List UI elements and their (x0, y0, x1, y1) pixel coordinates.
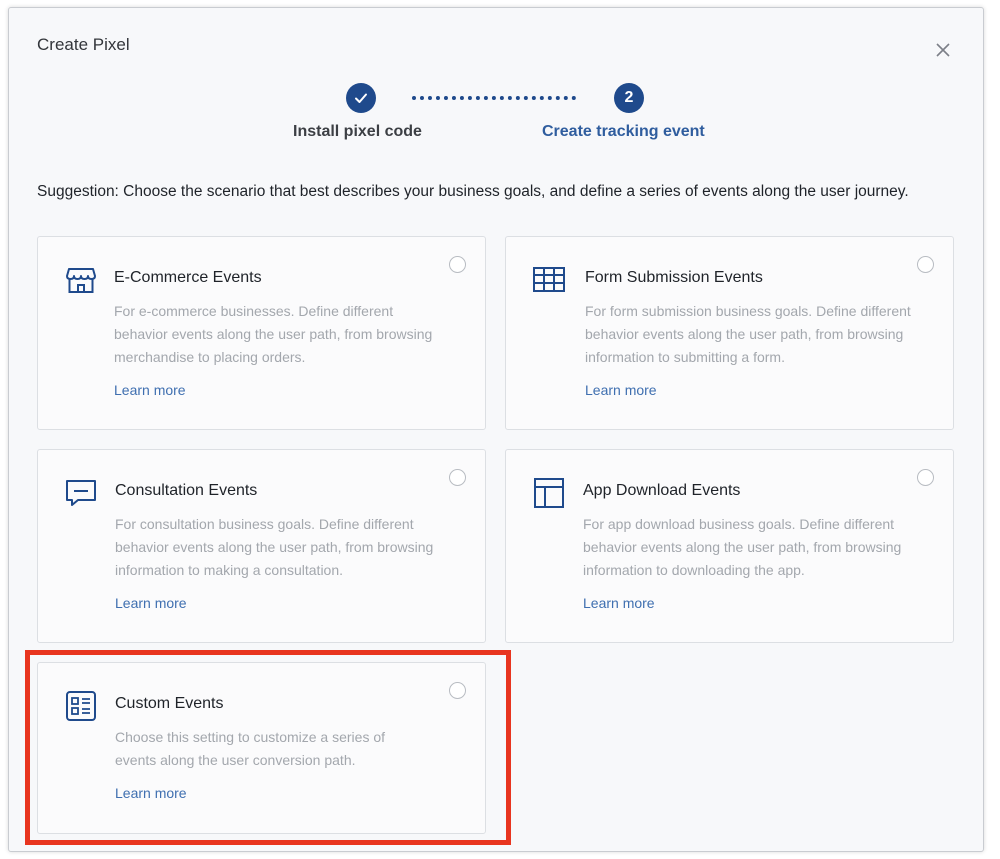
card-title: App Download Events (583, 482, 741, 499)
storefront-icon (64, 263, 98, 297)
card-radio[interactable] (917, 469, 934, 486)
card-title: E-Commerce Events (114, 269, 262, 286)
close-icon[interactable] (933, 40, 953, 60)
card-description: For form submission business goals. Defi… (585, 303, 911, 365)
learn-more-link[interactable]: Learn more (115, 595, 187, 611)
custom-list-icon (64, 689, 98, 723)
card-radio[interactable] (917, 256, 934, 273)
card-description: For app download business goals. Define … (583, 516, 902, 578)
create-pixel-modal: Create Pixel 2 Install pixel code Create… (8, 7, 984, 852)
learn-more-link[interactable]: Learn more (583, 595, 655, 611)
card-radio[interactable] (449, 256, 466, 273)
suggestion-text: Suggestion: Choose the scenario that bes… (37, 183, 909, 200)
card-description: For e-commerce businesses. Define differ… (114, 303, 433, 365)
card-title: Custom Events (115, 695, 224, 712)
step-2-label: Create tracking event (542, 123, 705, 140)
step-1-complete-check-icon (346, 83, 376, 113)
chat-icon (64, 476, 98, 510)
card-ecommerce-events[interactable]: E-Commerce Events For e-commerce busines… (37, 236, 486, 430)
layout-icon (532, 476, 566, 510)
card-radio[interactable] (449, 682, 466, 699)
learn-more-link[interactable]: Learn more (114, 382, 186, 398)
step-1-label: Install pixel code (293, 123, 422, 140)
card-consultation-events[interactable]: Consultation Events For consultation bus… (37, 449, 486, 643)
card-description: Choose this setting to customize a serie… (115, 729, 386, 768)
step-2-number: 2 (614, 83, 644, 113)
stepper-connector (412, 96, 576, 100)
card-form-submission-events[interactable]: Form Submission Events For form submissi… (505, 236, 954, 430)
card-title: Form Submission Events (585, 269, 763, 286)
learn-more-link[interactable]: Learn more (115, 785, 187, 801)
card-radio[interactable] (449, 469, 466, 486)
card-title: Consultation Events (115, 482, 258, 499)
learn-more-link[interactable]: Learn more (585, 382, 657, 398)
card-app-download-events[interactable]: App Download Events For app download bus… (505, 449, 954, 643)
modal-title: Create Pixel (37, 35, 130, 54)
card-custom-events[interactable]: Custom Events Choose this setting to cus… (37, 662, 486, 834)
card-description: For consultation business goals. Define … (115, 516, 434, 578)
table-icon (532, 263, 566, 297)
